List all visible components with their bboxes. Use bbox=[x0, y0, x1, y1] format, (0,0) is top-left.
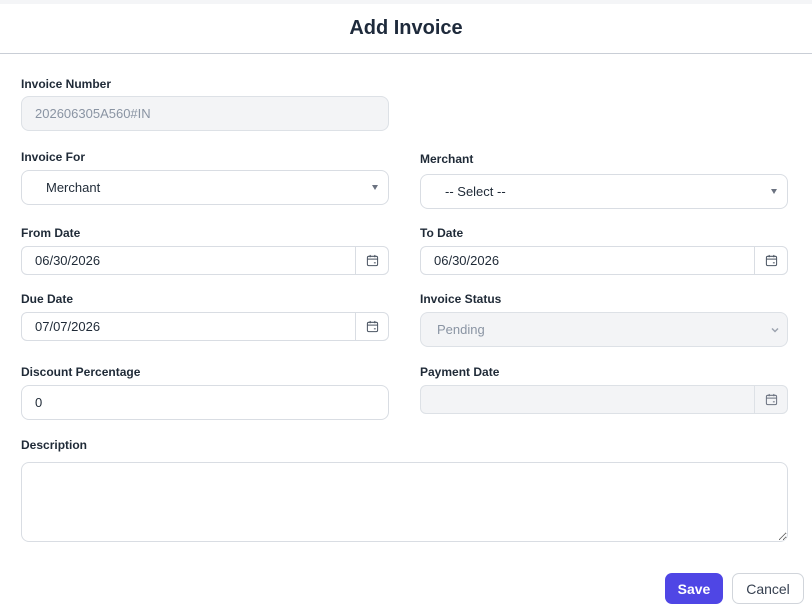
merchant-select[interactable]: -- Select -- bbox=[420, 174, 788, 209]
calendar-icon bbox=[765, 393, 777, 406]
description-textarea[interactable] bbox=[21, 462, 788, 542]
to-date-input[interactable]: 06/30/2026 bbox=[421, 247, 755, 274]
calendar-icon bbox=[366, 320, 378, 333]
payment-date-calendar-button[interactable] bbox=[755, 386, 787, 413]
discount-percentage-label: Discount Percentage bbox=[21, 365, 141, 379]
payment-date-input[interactable] bbox=[421, 386, 755, 413]
discount-percentage-input[interactable]: 0 bbox=[21, 385, 389, 420]
payment-date-field bbox=[420, 385, 788, 414]
to-date-field: 06/30/2026 bbox=[420, 246, 788, 275]
modal-title: Add Invoice bbox=[349, 17, 463, 39]
save-button[interactable]: Save bbox=[665, 573, 723, 604]
from-date-input[interactable]: 06/30/2026 bbox=[22, 247, 356, 274]
description-label: Description bbox=[21, 438, 88, 452]
due-date-value: 07/07/2026 bbox=[35, 319, 101, 334]
calendar-icon bbox=[765, 254, 777, 267]
invoice-status-value: Pending bbox=[437, 322, 485, 337]
caret-down-icon bbox=[372, 185, 378, 190]
discount-percentage-value: 0 bbox=[35, 395, 43, 410]
payment-date-label: Payment Date bbox=[420, 365, 500, 379]
invoice-for-select[interactable]: Merchant bbox=[21, 170, 389, 205]
from-date-field: 06/30/2026 bbox=[21, 246, 389, 275]
from-date-value: 06/30/2026 bbox=[35, 253, 101, 268]
invoice-status-label: Invoice Status bbox=[420, 292, 502, 306]
to-date-label: To Date bbox=[420, 226, 464, 240]
from-date-calendar-button[interactable] bbox=[356, 247, 388, 274]
invoice-for-value: Merchant bbox=[46, 180, 101, 195]
cancel-button[interactable]: Cancel bbox=[732, 573, 804, 604]
invoice-number-input[interactable]: 202606305A560#IN bbox=[21, 96, 389, 131]
to-date-value: 06/30/2026 bbox=[434, 253, 500, 268]
merchant-label: Merchant bbox=[420, 152, 474, 166]
from-date-label: From Date bbox=[21, 226, 81, 240]
add-invoice-modal: Add Invoice Invoice Number 202606305A560… bbox=[0, 4, 812, 609]
due-date-input[interactable]: 07/07/2026 bbox=[22, 313, 356, 340]
due-date-label: Due Date bbox=[21, 292, 74, 306]
modal-header: Add Invoice bbox=[0, 4, 812, 54]
invoice-number-value: 202606305A560#IN bbox=[35, 106, 151, 121]
to-date-calendar-button[interactable] bbox=[755, 247, 787, 274]
due-date-field: 07/07/2026 bbox=[21, 312, 389, 341]
merchant-value: -- Select -- bbox=[445, 184, 506, 199]
calendar-icon bbox=[366, 254, 378, 267]
invoice-number-label: Invoice Number bbox=[21, 77, 112, 91]
invoice-for-label: Invoice For bbox=[21, 150, 86, 164]
chevron-down-icon bbox=[771, 327, 779, 333]
caret-down-icon bbox=[771, 189, 777, 194]
invoice-status-select[interactable]: Pending bbox=[420, 312, 788, 347]
due-date-calendar-button[interactable] bbox=[356, 313, 388, 340]
